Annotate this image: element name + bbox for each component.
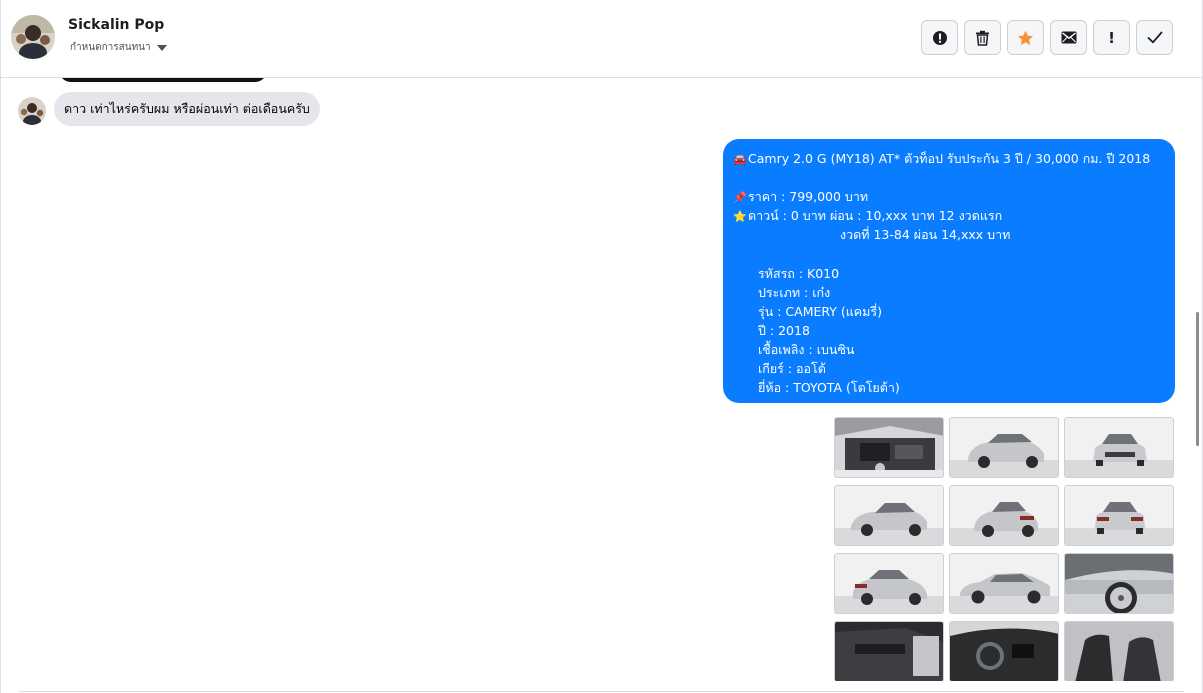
message-title-line: 🚘Camry 2.0 G (MY18) AT* ตัวท็อป รับประกั… xyxy=(733,149,1165,168)
car-front-left-photo[interactable] xyxy=(949,417,1059,478)
pushpin-icon: 📌 xyxy=(733,191,747,205)
engine-bay-photo[interactable] xyxy=(834,417,944,478)
thread-scrollbar[interactable] xyxy=(1196,312,1199,446)
conversation-settings-dropdown[interactable]: กำหนดการสนทนา xyxy=(70,40,167,55)
star-icon xyxy=(1018,30,1033,45)
checkmark-icon xyxy=(1147,31,1162,44)
contact-name[interactable]: Sickalin Pop xyxy=(68,17,164,33)
message-fuel-line: เชื้อเพลิง : เบนซิน xyxy=(758,341,855,357)
envelope-icon xyxy=(1061,31,1076,44)
star-emoji-icon: ⭐ xyxy=(733,210,747,224)
incoming-message-bubble[interactable]: ดาว เท่าไหร่ครับผม หรือผ่อนเท่า ต่อเดือน… xyxy=(54,92,320,126)
priority-button[interactable]: ! xyxy=(1093,20,1130,55)
message-price-line: 📌ราคา : 799,000 บาท xyxy=(733,187,1165,206)
car-side-photo[interactable] xyxy=(949,553,1059,614)
alert-circle-icon xyxy=(932,30,947,45)
report-button[interactable] xyxy=(921,20,958,55)
message-thread[interactable]: ดาว เท่าไหร่ครับผม หรือผ่อนเท่า ต่อเดือน… xyxy=(1,78,1202,681)
car-front-photo[interactable] xyxy=(1064,417,1174,478)
previous-message-bubble[interactable] xyxy=(59,78,267,82)
trash-icon xyxy=(976,30,989,46)
message-gear-line: เกียร์ : ออโต้ xyxy=(758,361,826,377)
caret-down-icon xyxy=(156,44,167,51)
car-rear-quarter-photo[interactable] xyxy=(949,485,1059,546)
conversation-toolbar: ! xyxy=(921,20,1173,55)
composer-divider xyxy=(19,691,1184,692)
car-wheel-photo[interactable] xyxy=(1064,553,1174,614)
message-installment-line: งวดที่ 13-84 ผ่อน 14,xxx บาท xyxy=(840,227,1011,243)
star-button[interactable] xyxy=(1007,20,1044,55)
conversation-header: Sickalin Pop กำหนดการสนทนา ! xyxy=(1,0,1202,78)
message-down-payment-line: ⭐ดาวน์ : 0 บาท ผ่อน : 10,xxx บาท 12 งวดแ… xyxy=(733,206,1165,225)
mail-button[interactable] xyxy=(1050,20,1087,55)
car-icon: 🚘 xyxy=(733,153,747,166)
seats-interior-photo[interactable] xyxy=(1064,621,1174,681)
outgoing-message-bubble[interactable]: 🚘Camry 2.0 G (MY18) AT* ตัวท็อป รับประกั… xyxy=(723,139,1175,403)
message-model-line: รุ่น : CAMERY (แคมรี่) xyxy=(758,303,882,319)
dashboard-photo[interactable] xyxy=(949,621,1059,681)
exclamation-icon: ! xyxy=(1108,28,1115,47)
conversation-settings-label: กำหนดการสนทนา xyxy=(70,42,151,53)
car-rear-left-photo[interactable] xyxy=(834,485,944,546)
photo-attachment-grid xyxy=(834,417,1174,681)
message-type-line: ประเภท : เก๋ง xyxy=(758,284,831,300)
contact-avatar[interactable] xyxy=(11,15,55,59)
delete-button[interactable] xyxy=(964,20,1001,55)
message-code-line: รหัสรถ : K010 xyxy=(758,265,840,281)
car-rear-right-photo[interactable] xyxy=(834,553,944,614)
message-brand-line: ยี่ห้อ : TOYOTA (โตโยต้า) xyxy=(758,380,900,396)
door-interior-photo[interactable] xyxy=(834,621,944,681)
message-year-line: ปี : 2018 xyxy=(758,322,810,338)
done-button[interactable] xyxy=(1136,20,1173,55)
sender-avatar[interactable] xyxy=(18,97,46,125)
car-rear-photo[interactable] xyxy=(1064,485,1174,546)
messenger-window: Sickalin Pop กำหนดการสนทนา ! ดาว เท่าไหร… xyxy=(0,0,1203,693)
